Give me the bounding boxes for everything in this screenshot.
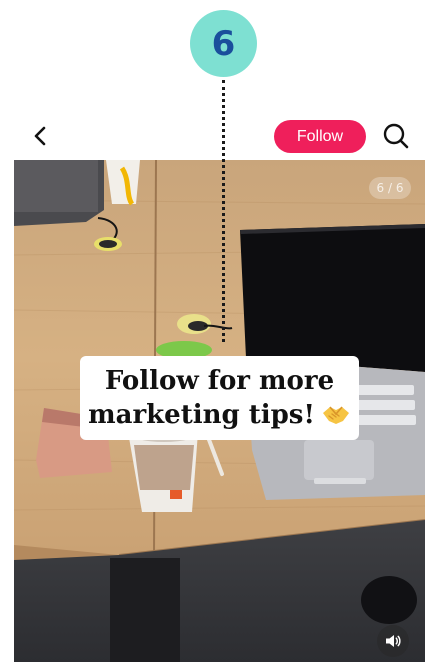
back-button[interactable] bbox=[28, 122, 54, 150]
search-icon bbox=[383, 123, 409, 149]
callout-dotted-line bbox=[222, 80, 225, 342]
handshake-emoji-icon bbox=[322, 406, 349, 424]
search-button[interactable] bbox=[381, 121, 411, 151]
caption-line-2-row: marketing tips! bbox=[88, 398, 351, 432]
page-counter: 6 / 6 bbox=[369, 177, 411, 199]
speaker-icon bbox=[386, 635, 401, 647]
volume-button[interactable] bbox=[377, 625, 409, 657]
step-number-badge: 6 bbox=[190, 10, 257, 77]
step-number: 6 bbox=[211, 23, 236, 64]
caption-box: Follow for more marketing tips! bbox=[80, 356, 359, 440]
chevron-left-icon bbox=[34, 126, 46, 146]
caption-line-2: marketing tips! bbox=[88, 400, 315, 430]
caption-line-1: Follow for more bbox=[104, 366, 335, 396]
post-photo[interactable]: 6 / 6 Follow for more marketing tips! bbox=[14, 160, 425, 662]
follow-button[interactable]: Follow bbox=[274, 120, 366, 153]
